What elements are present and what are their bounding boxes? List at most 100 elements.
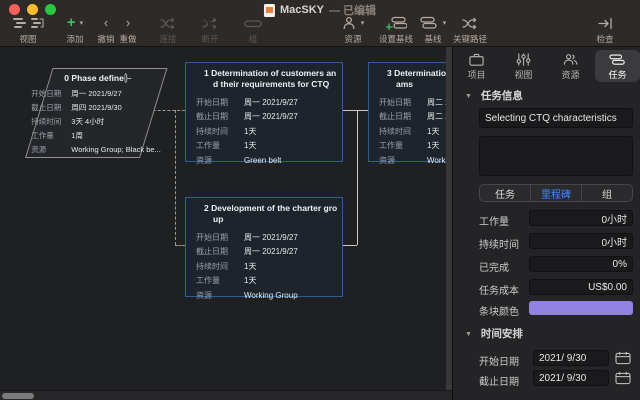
minimize-window-button[interactable] bbox=[27, 4, 38, 15]
task-field-row: 资源Working Group bbox=[186, 288, 342, 303]
work-input[interactable]: 0小时 bbox=[529, 210, 633, 226]
disconnect-icon bbox=[202, 17, 219, 30]
task-title-line1: 3 Determination o bbox=[369, 63, 452, 79]
redo-button[interactable]: › 重做 bbox=[114, 15, 142, 45]
segment-milestone[interactable]: 里程碑 bbox=[530, 185, 581, 201]
connector-2-3-vertical[interactable] bbox=[357, 110, 358, 245]
end-date-input[interactable]: 2021/ 9/30 bbox=[533, 370, 609, 386]
view-button[interactable]: 视图 bbox=[5, 15, 51, 45]
redo-label: 重做 bbox=[114, 33, 142, 45]
people-icon bbox=[562, 52, 579, 67]
baseline-label: 基线 bbox=[416, 33, 450, 45]
inspect-label: 检查 bbox=[588, 33, 622, 45]
add-button[interactable]: +▾ 添加 bbox=[58, 15, 92, 45]
task-field-row: 开始日期周一 2021/9/27 bbox=[26, 86, 139, 100]
connect-icon bbox=[160, 17, 177, 30]
close-window-button[interactable] bbox=[9, 4, 20, 15]
zoom-window-button[interactable] bbox=[45, 4, 56, 15]
resource-button[interactable]: ▾ 资源 bbox=[336, 15, 370, 45]
duration-input[interactable]: 0小时 bbox=[529, 233, 633, 249]
horizontal-scrollbar-thumb[interactable] bbox=[2, 393, 34, 399]
connect-label: 连接 bbox=[150, 33, 186, 45]
task-field-row: 持续时间1天 bbox=[369, 124, 452, 139]
task-notes-input[interactable] bbox=[479, 136, 633, 176]
app-title: MacSKY bbox=[280, 4, 324, 16]
task-cost-input[interactable]: US$0.00 bbox=[529, 279, 633, 295]
collapse-icon[interactable] bbox=[124, 73, 127, 83]
task-field-row: 开始日期周二 20 bbox=[369, 95, 452, 110]
task-box-3[interactable]: 3 Determination o ams 开始日期周二 20 截止日期周二 2… bbox=[368, 62, 452, 162]
completed-label: 已完成 bbox=[479, 259, 509, 274]
task-box-2[interactable]: 2 Development of the charter gro up 开始日期… bbox=[185, 197, 343, 297]
tab-project[interactable]: 项目 bbox=[454, 50, 499, 82]
inspector-sidebar: 项目 视图 资源 任务 ▼ 任务信息 Selecting CTQ charact… bbox=[452, 47, 640, 400]
briefcase-icon bbox=[468, 52, 485, 67]
connector-dashed-0-2[interactable] bbox=[175, 245, 185, 246]
diagram-canvas[interactable]: 0 Phase define 开始日期周一 2021/9/27 截止日期周四 2… bbox=[0, 47, 452, 400]
task-field-row: 截止日期周一 2021/9/27 bbox=[186, 245, 342, 260]
tab-label: 项目 bbox=[467, 68, 485, 81]
task-info-section-header[interactable]: ▼ 任务信息 bbox=[465, 88, 523, 103]
inspect-button[interactable]: 检查 bbox=[588, 15, 622, 45]
start-date-input[interactable]: 2021/ 9/30 bbox=[533, 350, 609, 366]
connector-1-3[interactable] bbox=[343, 110, 369, 111]
undo-icon: ‹ bbox=[104, 16, 108, 30]
calendar-icon bbox=[615, 371, 631, 385]
connector-dashed-0-2-vertical[interactable] bbox=[175, 110, 176, 245]
task-title-line2: up bbox=[186, 214, 342, 225]
critical-path-label: 关键路径 bbox=[448, 33, 492, 45]
task-field-row: 工作量1天 bbox=[369, 139, 452, 154]
tab-view[interactable]: 视图 bbox=[501, 50, 546, 82]
task-title-line2: ams bbox=[369, 79, 452, 90]
inspector-toggle-icon bbox=[598, 17, 613, 30]
task-box-1[interactable]: 1 Determination of customers an d their … bbox=[185, 62, 343, 162]
bar-color-swatch[interactable] bbox=[529, 301, 633, 315]
tab-label: 任务 bbox=[608, 68, 626, 81]
task-name-input[interactable]: Selecting CTQ characteristics bbox=[479, 108, 633, 128]
person-icon bbox=[342, 16, 357, 30]
task-field-row: 资源Workin bbox=[369, 153, 452, 168]
end-date-calendar-button[interactable] bbox=[613, 370, 633, 386]
tab-task[interactable]: 任务 bbox=[595, 50, 640, 82]
group-button[interactable]: 组 bbox=[236, 15, 270, 45]
sliders-icon bbox=[515, 52, 532, 67]
disconnect-label: 断开 bbox=[192, 33, 228, 45]
tab-resources[interactable]: 资源 bbox=[548, 50, 593, 82]
set-baseline-button[interactable]: 设置基线 bbox=[374, 15, 418, 45]
segment-task[interactable]: 任务 bbox=[480, 185, 530, 201]
task-cost-label: 任务成本 bbox=[479, 282, 519, 297]
connector-2-3[interactable] bbox=[343, 245, 357, 246]
segment-group[interactable]: 组 bbox=[581, 185, 632, 201]
connect-button[interactable]: 连接 bbox=[150, 15, 186, 45]
baseline-button[interactable]: ▾ 基线 bbox=[416, 15, 450, 45]
view-label: 视图 bbox=[5, 33, 51, 45]
critical-path-button[interactable]: 关键路径 bbox=[448, 15, 492, 45]
schedule-section-header[interactable]: ▼ 时间安排 bbox=[465, 326, 523, 341]
tab-label: 视图 bbox=[514, 68, 532, 81]
completed-input[interactable]: 0% bbox=[529, 256, 633, 272]
task-field-row: 截止日期周一 2021/9/27 bbox=[186, 110, 342, 125]
chevron-down-icon: ▾ bbox=[80, 19, 84, 27]
task-title: 0 Phase define bbox=[64, 73, 124, 83]
disconnect-button[interactable]: 断开 bbox=[192, 15, 228, 45]
start-date-calendar-button[interactable] bbox=[613, 350, 633, 366]
task-field-row: 资源Working Group; Black be... bbox=[26, 142, 139, 156]
task-bars-icon bbox=[609, 52, 626, 67]
task-field-row: 工作量1周 bbox=[26, 128, 139, 142]
start-date-label: 开始日期 bbox=[479, 353, 519, 368]
task-title-line1: 1 Determination of customers an bbox=[186, 63, 342, 79]
resource-label: 资源 bbox=[336, 33, 370, 45]
task-box-0[interactable]: 0 Phase define 开始日期周一 2021/9/27 截止日期周四 2… bbox=[25, 68, 168, 158]
work-label: 工作量 bbox=[479, 213, 509, 228]
baseline-icon bbox=[420, 16, 439, 30]
end-date-label: 截止日期 bbox=[479, 373, 519, 388]
network-view-icon bbox=[30, 16, 45, 30]
traffic-lights bbox=[9, 4, 56, 15]
disclosure-triangle-icon: ▼ bbox=[465, 93, 472, 100]
task-field-row: 资源Green belt bbox=[186, 153, 342, 168]
horizontal-scrollbar[interactable] bbox=[0, 390, 452, 400]
inspector-tabs: 项目 视图 资源 任务 bbox=[453, 48, 640, 84]
task-title-line2: d their requirements for CTQ bbox=[186, 79, 342, 90]
plus-icon: + bbox=[67, 16, 76, 30]
disclosure-triangle-icon: ▼ bbox=[465, 331, 472, 338]
